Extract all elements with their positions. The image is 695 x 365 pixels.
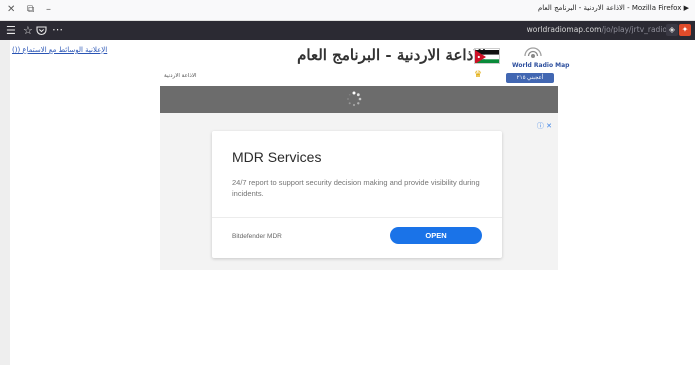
jordan-flag-icon xyxy=(474,48,500,64)
breadcrumb[interactable]: الاذاعة الاردنية xyxy=(164,73,197,79)
radio-waves-icon xyxy=(524,47,542,58)
scroll-edge xyxy=(0,40,10,365)
ad-body: 24/7 report to support security decision… xyxy=(232,178,480,198)
listen-with-media-link[interactable]: الإعلانية الوسائط مع الاستماع (() xyxy=(12,46,107,54)
bookmark-star-icon[interactable]: ☆ xyxy=(23,23,33,38)
ad-brand: Bitdefender MDR xyxy=(232,233,282,240)
url-bar[interactable]: worldradiomap.com/jo/play/jrtv_radio xyxy=(527,25,667,34)
world-radio-map-logo[interactable]: World Radio Map xyxy=(512,44,569,74)
restore-window-button[interactable]: ⧉ xyxy=(27,3,34,17)
radio-player[interactable] xyxy=(160,86,558,113)
facebook-like-button[interactable]: أعجبني ٢١٥ xyxy=(506,73,554,83)
page-content: World Radio Map الاذاعة الاردنية - البرن… xyxy=(160,40,569,270)
page-title: الاذاعة الاردنية - البرنامج العام xyxy=(297,46,486,64)
logo-text: World Radio Map xyxy=(512,62,570,69)
hamburger-icon[interactable]: ☰ xyxy=(6,23,16,38)
url-path: /jo/play/jrtv_radio xyxy=(601,25,667,34)
close-window-button[interactable]: ✕ xyxy=(7,3,15,17)
adchoices-icon[interactable]: ⓘ ✕ xyxy=(537,121,552,131)
extension-icon[interactable]: ✦ xyxy=(679,24,691,36)
loading-spinner-icon xyxy=(347,91,362,107)
play-indicator-icon: ▶ xyxy=(683,4,689,12)
ad-divider xyxy=(212,217,502,218)
ad-open-button[interactable]: OPEN xyxy=(390,227,482,244)
window-title: ▶ Mozilla Firefox - الاذاعة الاردنية - ا… xyxy=(538,4,689,12)
ad-container: ⓘ ✕ MDR Services 24/7 report to support … xyxy=(160,113,558,270)
crown-icon: ♛ xyxy=(474,70,483,80)
title-bar: ✕ ⧉ – ▶ Mozilla Firefox - الاذاعة الاردن… xyxy=(0,0,695,21)
browser-toolbar: ☰ ☆ ⋯ worldradiomap.com/jo/play/jrtv_rad… xyxy=(0,21,695,40)
window-title-text: Mozilla Firefox - الاذاعة الاردنية - الب… xyxy=(537,4,682,12)
minimize-window-button[interactable]: – xyxy=(46,3,51,17)
ad-card[interactable]: MDR Services 24/7 report to support secu… xyxy=(212,131,502,258)
pocket-icon[interactable] xyxy=(36,23,47,40)
page-viewport: الإعلانية الوسائط مع الاستماع (() World … xyxy=(0,40,695,365)
shield-icon[interactable]: ◈ xyxy=(666,24,678,36)
more-icon[interactable]: ⋯ xyxy=(52,22,63,37)
url-host: worldradiomap.com xyxy=(526,25,602,34)
ad-headline: MDR Services xyxy=(232,149,322,165)
